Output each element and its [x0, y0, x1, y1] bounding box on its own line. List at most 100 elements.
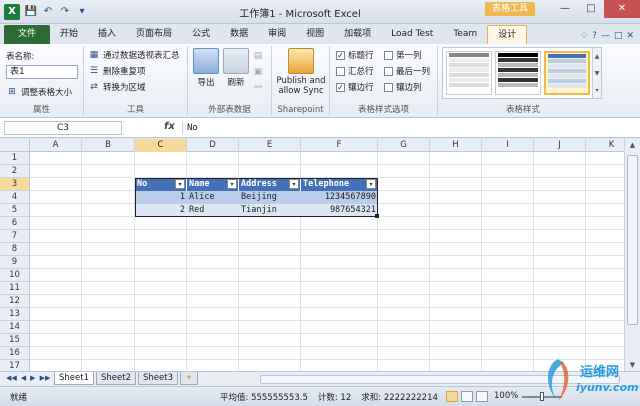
table-header-cell[interactable]: Telephone ▾ — [301, 178, 378, 191]
workbook-close-icon[interactable]: ✕ — [626, 31, 634, 41]
table-cell[interactable]: 987654321 — [301, 204, 378, 217]
formula-input[interactable]: No — [182, 121, 622, 135]
zoom-slider-handle[interactable] — [540, 392, 544, 401]
row-header-17[interactable]: 17 — [0, 360, 30, 371]
tab-page-layout[interactable]: 页面布局 — [126, 25, 182, 44]
filter-dropdown-icon[interactable]: ▾ — [366, 179, 376, 189]
help-icon[interactable]: ? — [592, 31, 597, 41]
option-header-row[interactable]: ✓ 标题行 — [336, 49, 374, 61]
table-header-cell[interactable]: No ▾ — [135, 178, 187, 191]
maximize-button[interactable]: □ — [578, 0, 604, 18]
tab-addins[interactable]: 加载项 — [334, 25, 381, 44]
row-header-7[interactable]: 7 — [0, 230, 30, 243]
workbook-restore-icon[interactable]: □ — [614, 31, 623, 41]
column-header-c[interactable]: C — [135, 139, 187, 152]
scroll-down-icon[interactable]: ▼ — [625, 359, 640, 371]
row-header-6[interactable]: 6 — [0, 217, 30, 230]
column-header-e[interactable]: E — [239, 139, 301, 152]
excel-app-icon[interactable]: X — [4, 4, 20, 20]
filter-dropdown-icon[interactable]: ▾ — [227, 179, 237, 189]
row-header-3[interactable]: 3 — [0, 178, 30, 191]
row-header-9[interactable]: 9 — [0, 256, 30, 269]
vertical-scroll-thumb[interactable] — [627, 155, 638, 325]
option-banded-rows[interactable]: ✓ 镶边行 — [336, 81, 374, 93]
option-banded-columns[interactable]: 镶边列 — [384, 81, 422, 93]
tab-team[interactable]: Team — [443, 25, 487, 44]
publish-sync-button[interactable]: Publish and allow Sync — [274, 48, 328, 96]
row-header-12[interactable]: 12 — [0, 295, 30, 308]
table-cell[interactable]: 1 — [135, 191, 187, 204]
next-sheet-icon[interactable]: ▶ — [30, 374, 35, 382]
column-header-i[interactable]: I — [482, 139, 534, 152]
row-header-2[interactable]: 2 — [0, 165, 30, 178]
vertical-scrollbar[interactable]: ▲ ▼ — [624, 139, 640, 371]
column-header-h[interactable]: H — [430, 139, 482, 152]
column-header-f[interactable]: F — [301, 139, 378, 152]
last-sheet-icon[interactable]: ▶▶ — [40, 374, 51, 382]
scroll-up-icon[interactable]: ▲ — [625, 139, 640, 151]
tab-view[interactable]: 视图 — [296, 25, 334, 44]
table-header-cell[interactable]: Name ▾ — [187, 178, 239, 191]
save-icon[interactable]: 💾 — [24, 5, 38, 19]
page-layout-view-icon[interactable] — [461, 391, 473, 402]
normal-view-icon[interactable] — [446, 391, 458, 402]
resize-table-button[interactable]: ⊞ 调整表格大小 — [6, 86, 72, 98]
first-sheet-icon[interactable]: ◀◀ — [6, 374, 17, 382]
first-column-checkbox[interactable] — [384, 50, 393, 60]
table-cell[interactable]: 1234567890 — [301, 191, 378, 204]
column-header-a[interactable]: A — [30, 139, 82, 152]
column-header-k[interactable]: K — [586, 139, 624, 152]
table-header-cell[interactable]: Address ▾ — [239, 178, 301, 191]
column-header-d[interactable]: D — [187, 139, 239, 152]
close-button[interactable]: ✕ — [604, 0, 640, 18]
table-cell[interactable]: Beijing — [239, 191, 301, 204]
tab-design[interactable]: 设计 — [487, 25, 528, 44]
undo-icon[interactable]: ↶ — [41, 5, 55, 19]
page-break-view-icon[interactable] — [476, 391, 488, 402]
minimize-ribbon-icon[interactable]: ♢ — [580, 31, 588, 41]
gallery-scroll-arrows[interactable]: ▲ ▼ ▾ — [592, 48, 601, 98]
table-cell[interactable]: Red — [187, 204, 239, 217]
minimize-button[interactable]: — — [552, 0, 578, 18]
row-header-11[interactable]: 11 — [0, 282, 30, 295]
prev-sheet-icon[interactable]: ◀ — [21, 374, 26, 382]
row-header-8[interactable]: 8 — [0, 243, 30, 256]
table-style-blue-selected[interactable] — [544, 51, 590, 95]
column-header-b[interactable]: B — [82, 139, 135, 152]
tab-review[interactable]: 审阅 — [258, 25, 296, 44]
workbook-minimize-icon[interactable]: — — [601, 31, 610, 41]
name-box[interactable]: C3 — [4, 121, 122, 135]
table-cell[interactable]: Alice — [187, 191, 239, 204]
horizontal-scrollbar[interactable] — [260, 375, 620, 384]
row-header-10[interactable]: 10 — [0, 269, 30, 282]
filter-dropdown-icon[interactable]: ▾ — [289, 179, 299, 189]
select-all-corner[interactable] — [0, 139, 30, 152]
sheet-tab-sheet1[interactable]: Sheet1 — [54, 372, 94, 385]
tab-insert[interactable]: 插入 — [88, 25, 126, 44]
table-resize-handle[interactable] — [375, 214, 379, 218]
total-row-checkbox[interactable] — [336, 66, 345, 76]
pivot-summarize-button[interactable]: ▦ 通过数据透视表汇总 — [88, 49, 180, 61]
table-cell[interactable]: 2 — [135, 204, 187, 217]
column-header-j[interactable]: J — [534, 139, 586, 152]
row-header-13[interactable]: 13 — [0, 308, 30, 321]
column-header-g[interactable]: G — [378, 139, 430, 152]
option-total-row[interactable]: 汇总行 — [336, 65, 374, 77]
insert-function-icon[interactable]: fx — [164, 121, 175, 132]
last-column-checkbox[interactable] — [384, 66, 393, 76]
worksheet-grid[interactable]: ABCDEFGHIJK 1 2 3 4 5 6 7 8 9 10 11 12 13 14 15 16 17 No ▾… — [0, 139, 624, 371]
remove-duplicates-button[interactable]: ☰ 删除重复项 — [88, 65, 146, 77]
row-header-4[interactable]: 4 — [0, 191, 30, 204]
convert-to-range-button[interactable]: ⇄ 转换为区域 — [88, 81, 145, 93]
export-button[interactable]: 导出 — [192, 48, 220, 88]
sheet-tab-sheet2[interactable]: Sheet2 — [96, 372, 136, 385]
redo-icon[interactable]: ↷ — [58, 5, 72, 19]
tab-file[interactable]: 文件 — [4, 25, 51, 44]
tab-home[interactable]: 开始 — [50, 25, 88, 44]
sheet-tab-sheet3[interactable]: Sheet3 — [138, 372, 178, 385]
row-header-15[interactable]: 15 — [0, 334, 30, 347]
option-first-column[interactable]: 第一列 — [384, 49, 422, 61]
table-style-dark[interactable] — [495, 51, 541, 95]
table-style-light[interactable] — [446, 51, 492, 95]
filter-dropdown-icon[interactable]: ▾ — [175, 179, 185, 189]
